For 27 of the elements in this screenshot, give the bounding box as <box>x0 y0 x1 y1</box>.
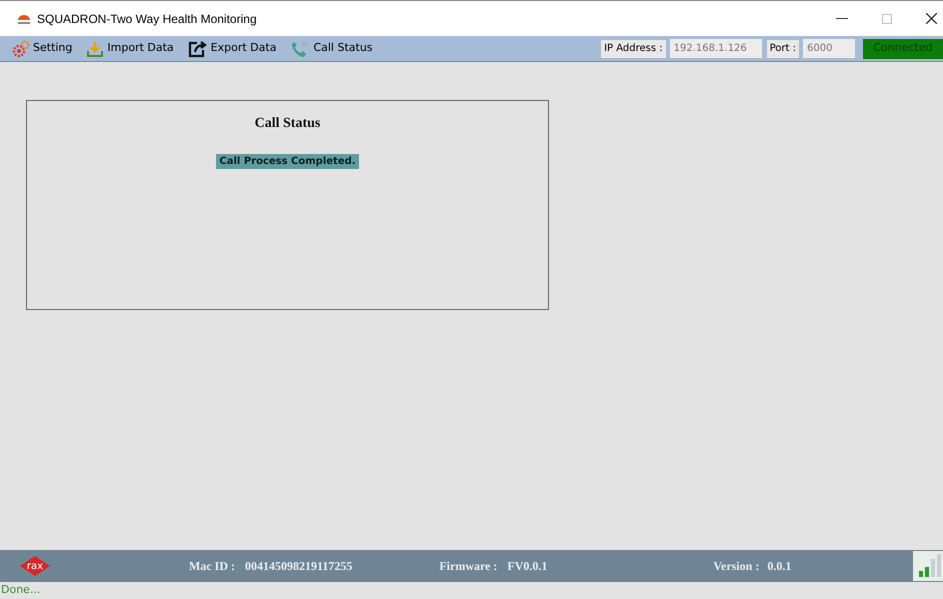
status-message: Call Process Completed. <box>216 154 359 169</box>
brand-logo: rax <box>20 556 50 576</box>
firmware-label: Firmware : <box>439 558 498 575</box>
phone-icon <box>290 40 310 58</box>
version-value: 0.0.1 <box>767 558 792 575</box>
connection-status: Connected <box>863 38 943 58</box>
toolbar-button[interactable]: Setting <box>12 40 72 58</box>
close-icon[interactable] <box>926 13 937 24</box>
mac-id-value: 004145098219117255 <box>244 558 352 575</box>
port-field[interactable]: 6000 <box>803 39 855 58</box>
minimize-icon[interactable] <box>836 18 848 19</box>
window-title: SQUADRON-Two Way Health Monitoring <box>37 10 257 28</box>
maximize-icon[interactable] <box>882 14 892 24</box>
panel-title: Call Status <box>254 115 320 133</box>
version-label: Version : <box>713 558 760 575</box>
toolbar-button[interactable]: Export Data <box>188 40 276 58</box>
export-arrow-icon <box>188 40 208 58</box>
status-text: Done... <box>1 582 40 598</box>
toolbar-button[interactable]: Call Status <box>290 40 373 58</box>
toolbar-button[interactable]: Import Data <box>86 40 174 58</box>
mac-id-label: Mac ID : <box>189 558 235 575</box>
download-tray-icon <box>86 40 104 58</box>
ip-address-field[interactable]: 192.168.1.126 <box>670 39 762 58</box>
port-label: Port : <box>766 40 799 58</box>
firmware-value: FV0.0.1 <box>507 558 548 575</box>
ip-address-label: IP Address : <box>601 40 666 58</box>
gears-icon <box>12 40 30 58</box>
